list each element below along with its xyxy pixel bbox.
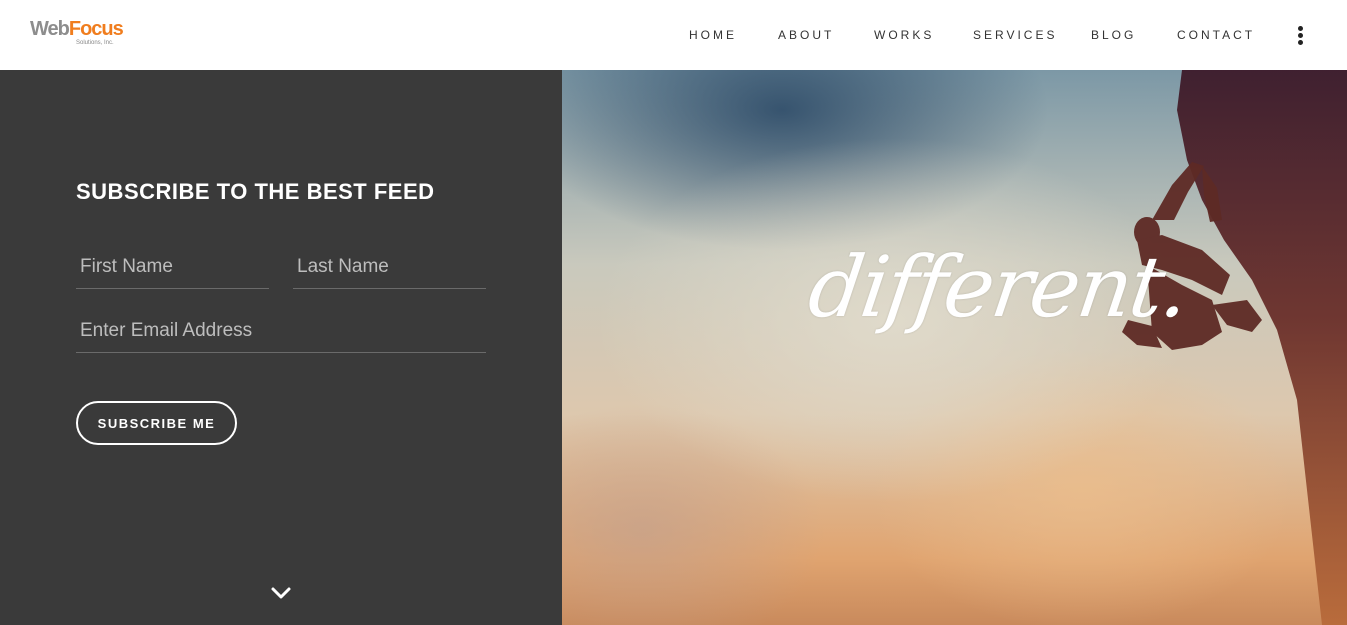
chevron-down-icon[interactable] bbox=[270, 585, 292, 601]
site-header: WebFocus Solutions, Inc. HOME ABOUT WORK… bbox=[0, 0, 1347, 70]
nav-item-about[interactable]: ABOUT bbox=[778, 28, 834, 42]
first-name-field[interactable] bbox=[76, 245, 269, 289]
subscribe-title: SUBSCRIBE TO THE BEST FEED bbox=[76, 179, 435, 204]
nav-item-contact[interactable]: CONTACT bbox=[1177, 28, 1255, 42]
last-name-field[interactable] bbox=[293, 245, 486, 289]
kebab-menu-icon[interactable] bbox=[1296, 26, 1306, 46]
nav-item-works[interactable]: WORKS bbox=[874, 28, 934, 42]
main-nav: HOME ABOUT WORKS SERVICES BLOG CONTACT bbox=[0, 0, 1347, 70]
hero-script-word: different. bbox=[803, 238, 1194, 336]
hero-image: different. bbox=[562, 70, 1347, 625]
climber-cliff-illustration bbox=[1122, 70, 1347, 625]
nav-item-blog[interactable]: BLOG bbox=[1091, 28, 1136, 42]
email-field[interactable] bbox=[76, 309, 486, 353]
subscribe-panel: SUBSCRIBE TO THE BEST FEED SUBSCRIBE ME bbox=[0, 70, 562, 625]
nav-item-services[interactable]: SERVICES bbox=[973, 28, 1057, 42]
subscribe-button[interactable]: SUBSCRIBE ME bbox=[76, 401, 237, 445]
nav-item-home[interactable]: HOME bbox=[689, 28, 737, 42]
